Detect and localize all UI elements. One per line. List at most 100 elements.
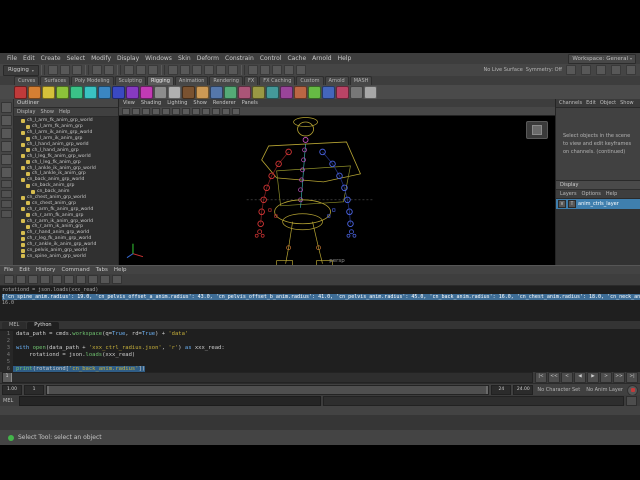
grease-pencil-icon[interactable] (162, 107, 170, 115)
redo-icon[interactable] (103, 65, 114, 75)
four-pane-layout-button[interactable] (1, 190, 12, 198)
save-script-icon[interactable] (112, 275, 122, 284)
outliner-item[interactable]: cn_spine_anim_grp_world (14, 253, 118, 259)
show-stack-trace-icon[interactable] (28, 275, 38, 284)
open-render-view-icon[interactable] (259, 65, 270, 75)
shelf-tab-sculpting[interactable]: Sculpting (114, 76, 146, 85)
viewport-menu-show[interactable]: Show (193, 100, 207, 106)
modeling-toolkit-icon[interactable] (566, 65, 576, 75)
select-tool[interactable] (1, 102, 12, 113)
open-scene-icon[interactable] (59, 65, 70, 75)
workspace-selector[interactable]: Workspace: General ▾ (568, 53, 636, 64)
script-editor-menu-file[interactable]: File (4, 267, 13, 273)
select-by-object-icon[interactable] (135, 65, 146, 75)
menu-set-selector[interactable]: Rigging ▾ (3, 64, 39, 76)
shelf-tool-icon[interactable] (294, 85, 307, 99)
outliner-menu-show[interactable]: Show (40, 109, 54, 115)
script-editor-input[interactable]: 1 data_path = cmds.workspace(q=True, rd=T… (0, 329, 640, 373)
playhead[interactable]: 1 (3, 373, 12, 382)
layer-menu-options[interactable]: Options (582, 191, 601, 197)
move-tool[interactable] (1, 141, 12, 152)
hypershade-persp-layout-button[interactable] (1, 210, 12, 218)
viewport-menu-lighting[interactable]: Lighting (167, 100, 187, 106)
playback-end-field[interactable]: 24 (491, 385, 512, 395)
resolution-gate-icon[interactable] (192, 107, 200, 115)
command-input[interactable] (19, 395, 321, 406)
step-back-frame-button[interactable]: << (548, 372, 560, 383)
film-gate-icon[interactable] (182, 107, 190, 115)
step-forward-key-button[interactable]: > (600, 372, 612, 383)
menu-windows[interactable]: Windows (142, 55, 175, 62)
viewport-menu-renderer[interactable]: Renderer (213, 100, 236, 106)
shelf-tool-icon[interactable] (224, 85, 237, 99)
step-forward-frame-button[interactable]: >> (613, 372, 625, 383)
code-line[interactable]: 4 rotationd = json.loads(xxx_read) (0, 352, 640, 359)
image-plane-icon[interactable] (142, 107, 150, 115)
shelf-tool-icon[interactable] (14, 85, 27, 99)
time-slider[interactable]: 1 (2, 372, 533, 383)
menu-create[interactable]: Create (38, 55, 64, 62)
menu-deform[interactable]: Deform (194, 55, 222, 62)
scale-tool[interactable] (1, 167, 12, 178)
shelf-tool-icon[interactable] (84, 85, 97, 99)
make-live-icon[interactable] (227, 65, 238, 75)
character-set-selector[interactable]: No Character Set (535, 387, 582, 393)
construction-history-icon[interactable] (247, 65, 258, 75)
save-scene-icon[interactable] (71, 65, 82, 75)
viewcube[interactable] (526, 121, 548, 139)
menu-help[interactable]: Help (335, 55, 355, 62)
code-line[interactable]: 1 data_path = cmds.workspace(q=True, rd=T… (0, 331, 640, 338)
layer-toggle-t[interactable]: T (568, 200, 576, 208)
shelf-tab-poly-modeling[interactable]: Poly Modeling (71, 76, 114, 85)
shelf-tool-icon[interactable] (28, 85, 41, 99)
shelf-tool-icon[interactable] (98, 85, 111, 99)
lasso-select-tool[interactable] (1, 115, 12, 126)
viewport-menu-view[interactable]: View (123, 100, 135, 106)
paint-select-tool[interactable] (1, 128, 12, 139)
menu-constrain[interactable]: Constrain (222, 55, 257, 62)
layer-editor-tab-display[interactable]: Display (556, 181, 640, 190)
2d-pan-zoom-icon[interactable] (152, 107, 160, 115)
camera-icon[interactable] (122, 107, 130, 115)
persp-outliner-layout-button[interactable] (1, 200, 12, 208)
range-slider[interactable] (46, 385, 490, 395)
menu-edit[interactable]: Edit (20, 55, 38, 62)
shelf-tool-icon[interactable] (308, 85, 321, 99)
command-completion-icon[interactable] (52, 275, 62, 284)
shelf-tab-mash[interactable]: MASH (349, 76, 373, 85)
menu-arnold[interactable]: Arnold (309, 55, 334, 62)
animation-end-field[interactable]: 24.00 (513, 385, 534, 395)
play-backwards-button[interactable]: ◀ (574, 372, 586, 383)
shelf-tab-custom[interactable]: Custom (296, 76, 324, 85)
script-editor-menu-help[interactable]: Help (114, 267, 127, 273)
history-line[interactable]: 16.0 (2, 300, 640, 307)
select-by-component-icon[interactable] (147, 65, 158, 75)
layer-toggle-v[interactable]: V (558, 200, 566, 208)
viewport-canvas[interactable]: persp (119, 116, 555, 265)
shelf-tool-icon[interactable] (238, 85, 251, 99)
shelf-tool-icon[interactable] (196, 85, 209, 99)
code-line[interactable]: 2 (0, 338, 640, 345)
shelf-tab-curves[interactable]: Curves (14, 76, 40, 85)
grid-icon[interactable] (172, 107, 180, 115)
anim-layer-selector[interactable]: No Anim Layer (584, 387, 625, 393)
execute-line-icon[interactable] (100, 275, 110, 284)
gate-mask-icon[interactable] (202, 107, 210, 115)
viewport-menu-panels[interactable]: Panels (242, 100, 258, 106)
shelf-tool-icon[interactable] (210, 85, 223, 99)
history-line[interactable]: {'cn_spine_anim.radius': 19.0, 'cn_pelvi… (2, 293, 640, 300)
shelf-tool-icon[interactable] (70, 85, 83, 99)
shelf-tool-icon[interactable] (350, 85, 363, 99)
script-tab-python[interactable]: Python (27, 322, 59, 329)
shelf-tool-icon[interactable] (154, 85, 167, 99)
execute-all-icon[interactable] (88, 275, 98, 284)
rotate-tool[interactable] (1, 154, 12, 165)
channel-box-menu-show[interactable]: Show (620, 100, 634, 106)
line-numbers-icon[interactable] (40, 275, 50, 284)
tool-settings-icon[interactable] (611, 65, 621, 75)
shelf-tab-surfaces[interactable]: Surfaces (40, 76, 71, 85)
shelf-tool-icon[interactable] (126, 85, 139, 99)
shelf-tab-rendering[interactable]: Rendering (209, 76, 243, 85)
echo-all-commands-icon[interactable] (16, 275, 26, 284)
field-chart-icon[interactable] (212, 107, 220, 115)
